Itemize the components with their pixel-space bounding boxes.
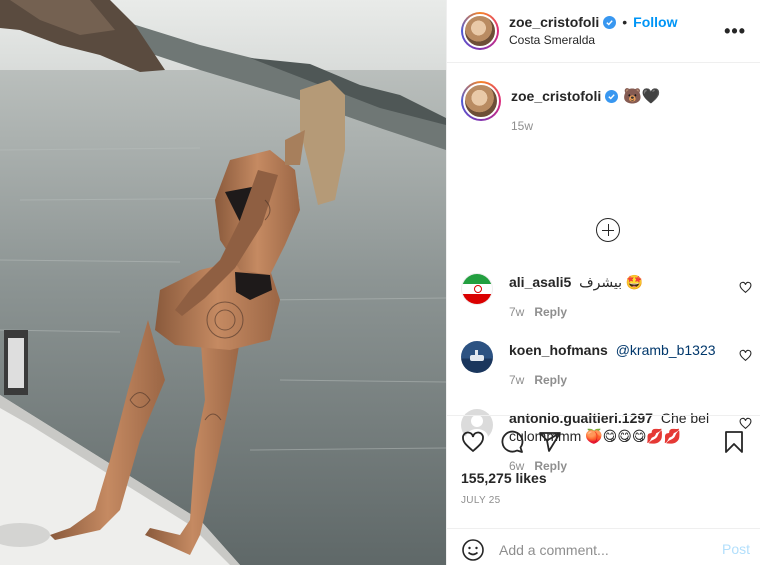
comment-input[interactable]: [499, 539, 699, 561]
like-comment-heart-icon[interactable]: [739, 349, 752, 362]
caption-body: zoe_cristofoli 🐻🖤 15w: [511, 87, 661, 133]
comment-item: koen_hofmans @kramb_b1323 7w Reply: [461, 341, 760, 387]
post-sidebar: zoe_cristofoli • Follow Costa Smeralda •…: [446, 0, 760, 565]
header-text: zoe_cristofoli • Follow Costa Smeralda: [509, 14, 677, 47]
verified-badge-icon: [605, 89, 619, 103]
comment-body: ali_asali5 بیشرف 🤩 7w Reply: [509, 273, 719, 319]
post-photo[interactable]: [0, 0, 446, 565]
comment-icon[interactable]: [500, 430, 524, 454]
likes-count[interactable]: 155,275 likes: [461, 470, 547, 486]
comment-time[interactable]: 7w: [509, 305, 524, 319]
bookmark-icon[interactable]: [722, 430, 746, 454]
comment-body: koen_hofmans @kramb_b1323 7w Reply: [509, 341, 719, 387]
comment-text-row: koen_hofmans @kramb_b1323: [509, 341, 719, 359]
separator-dot: •: [622, 14, 628, 31]
caption-text: 🐻🖤: [623, 87, 661, 105]
instagram-post: zoe_cristofoli • Follow Costa Smeralda •…: [0, 0, 760, 565]
comment-text: بیشرف 🤩: [579, 274, 644, 290]
header-row: zoe_cristofoli • Follow: [509, 14, 677, 31]
more-options-icon[interactable]: •••: [724, 22, 746, 40]
comment-meta: 7w Reply: [509, 373, 719, 387]
reply-button[interactable]: Reply: [534, 373, 567, 387]
author-avatar[interactable]: [461, 12, 499, 50]
comment-username[interactable]: koen_hofmans: [509, 342, 608, 358]
caption: zoe_cristofoli 🐻🖤 15w: [461, 81, 661, 133]
caption-username[interactable]: zoe_cristofoli: [511, 88, 601, 104]
verified-badge-icon: [603, 16, 617, 30]
caption-avatar[interactable]: [461, 81, 501, 121]
post-actions: 155,275 likes JULY 25 Post: [447, 415, 760, 565]
heart-icon[interactable]: [461, 430, 485, 454]
comment-item: ali_asali5 بیشرف 🤩 7w Reply: [461, 273, 760, 319]
author-username[interactable]: zoe_cristofoli: [509, 14, 599, 31]
post-header: zoe_cristofoli • Follow Costa Smeralda •…: [447, 0, 760, 63]
post-date[interactable]: JULY 25: [461, 495, 501, 506]
post-comment-button[interactable]: Post: [722, 541, 750, 557]
boat-photo-avatar[interactable]: [461, 341, 493, 373]
location-link[interactable]: Costa Smeralda: [509, 33, 677, 47]
comment-username[interactable]: ali_asali5: [509, 274, 571, 290]
follow-button[interactable]: Follow: [633, 14, 677, 31]
avatar-image: [463, 14, 497, 48]
comment-time[interactable]: 7w: [509, 373, 524, 387]
photo-woman-on-boat: [0, 0, 446, 565]
emoji-smile-icon[interactable]: [461, 538, 485, 562]
reply-button[interactable]: Reply: [534, 305, 567, 319]
caption-row: zoe_cristofoli 🐻🖤: [511, 87, 661, 105]
comment-meta: 7w Reply: [509, 305, 719, 319]
caption-timestamp[interactable]: 15w: [511, 119, 661, 133]
like-comment-heart-icon[interactable]: [739, 281, 752, 294]
share-icon[interactable]: [538, 430, 562, 454]
comment-text-row: ali_asali5 بیشرف 🤩: [509, 273, 719, 291]
load-more-comments-icon[interactable]: [596, 218, 620, 242]
comment-mention-link[interactable]: @kramb_b1323: [616, 342, 716, 358]
iran-flag-avatar[interactable]: [461, 273, 493, 305]
add-comment-bar: Post: [447, 528, 760, 565]
avatar-image: [463, 83, 499, 119]
comments-section: zoe_cristofoli 🐻🖤 15w ali_asali5 بیشرف 🤩…: [447, 63, 760, 473]
